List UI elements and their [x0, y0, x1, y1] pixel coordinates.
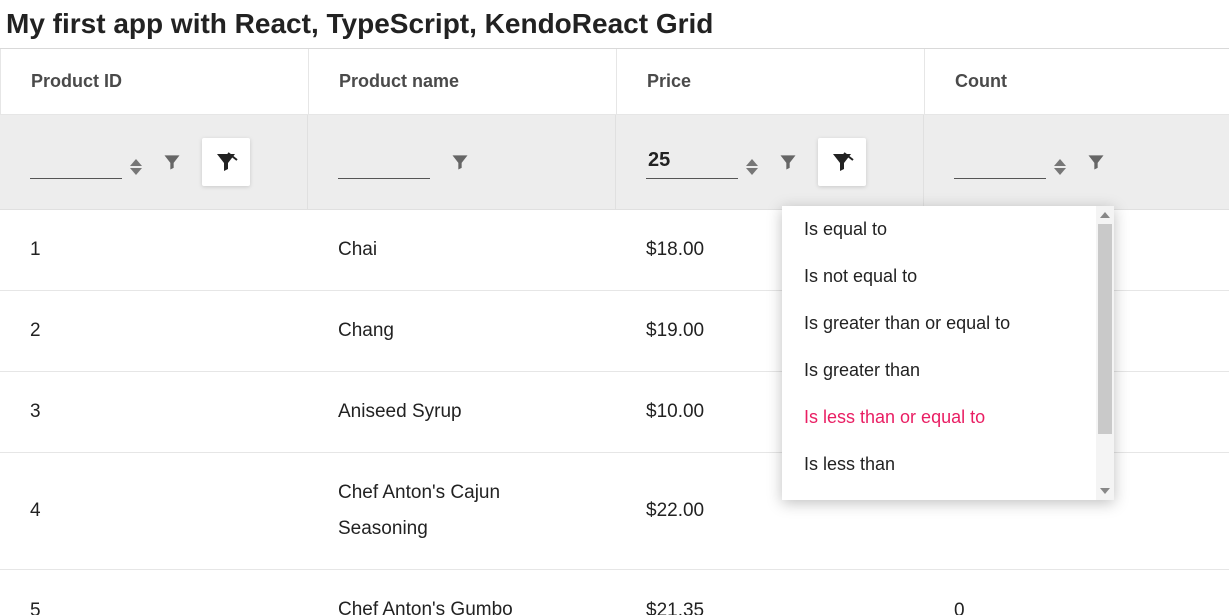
filter-operator-button[interactable]	[154, 144, 190, 180]
header-product-id[interactable]: Product ID	[0, 49, 308, 114]
filter-input-price[interactable]	[646, 145, 758, 179]
cell-product-id: 5	[0, 570, 308, 615]
filter-clear-icon	[214, 150, 238, 174]
spinner-up-icon[interactable]	[746, 159, 758, 166]
filter-input-field[interactable]	[646, 145, 738, 179]
header-count[interactable]: Count	[924, 49, 1229, 114]
spinner-down-icon[interactable]	[1054, 168, 1066, 175]
cell-product-name: Chai	[308, 210, 616, 290]
filter-icon	[450, 152, 470, 172]
filter-cell-price	[616, 115, 924, 209]
operator-option-selected[interactable]: Is less than or equal to	[782, 394, 1096, 441]
operator-option[interactable]: Is greater than or equal to	[782, 300, 1096, 347]
filter-operator-menu: Is equal to Is not equal to Is greater t…	[782, 206, 1114, 500]
operator-option[interactable]: Is not equal to	[782, 253, 1096, 300]
filter-input-field[interactable]	[338, 145, 430, 179]
cell-count: 0	[924, 570, 1229, 615]
cell-product-name: Chef Anton's Gumbo	[308, 570, 616, 615]
header-row: Product ID Product name Price Count	[0, 49, 1229, 115]
spinner-down-icon[interactable]	[130, 168, 142, 175]
filter-input-field[interactable]	[30, 145, 122, 179]
filter-cell-count	[924, 115, 1229, 209]
header-product-name[interactable]: Product name	[308, 49, 616, 114]
filter-icon	[778, 152, 798, 172]
filter-cell-product-id	[0, 115, 308, 209]
operator-option[interactable]: Is greater than	[782, 347, 1096, 394]
cell-product-name: Aniseed Syrup	[308, 372, 616, 452]
table-row: 5 Chef Anton's Gumbo $21.35 0	[0, 570, 1229, 615]
header-price[interactable]: Price	[616, 49, 924, 114]
filter-clear-icon	[830, 150, 854, 174]
filter-clear-button[interactable]	[202, 138, 250, 186]
scroll-up-icon[interactable]	[1096, 206, 1114, 224]
cell-product-id: 2	[0, 291, 308, 371]
operator-option[interactable]: Is less than	[782, 441, 1096, 488]
page-title: My first app with React, TypeScript, Ken…	[6, 8, 1229, 40]
cell-product-id: 1	[0, 210, 308, 290]
scrollbar-thumb[interactable]	[1098, 224, 1112, 434]
cell-product-id: 4	[0, 453, 308, 569]
filter-input-product-id[interactable]	[30, 145, 142, 179]
spinner-down-icon[interactable]	[746, 168, 758, 175]
filter-icon	[162, 152, 182, 172]
filter-operator-button[interactable]	[770, 144, 806, 180]
filter-operator-button[interactable]	[442, 144, 478, 180]
cell-product-name: Chef Anton's Cajun Seasoning	[308, 453, 616, 569]
filter-input-field[interactable]	[954, 145, 1046, 179]
filter-clear-button[interactable]	[818, 138, 866, 186]
filter-input-count[interactable]	[954, 145, 1066, 179]
filter-cell-product-name	[308, 115, 616, 209]
cell-price: $21.35	[616, 570, 924, 615]
cell-product-name: Chang	[308, 291, 616, 371]
filter-input-product-name[interactable]	[338, 145, 430, 179]
operator-option[interactable]: Is equal to	[782, 206, 1096, 253]
filter-operator-button[interactable]	[1078, 144, 1114, 180]
spinner-up-icon[interactable]	[130, 159, 142, 166]
scroll-down-icon[interactable]	[1096, 482, 1114, 500]
cell-product-id: 3	[0, 372, 308, 452]
filter-row	[0, 115, 1229, 210]
dropdown-scrollbar[interactable]	[1096, 206, 1114, 500]
filter-icon	[1086, 152, 1106, 172]
spinner-up-icon[interactable]	[1054, 159, 1066, 166]
